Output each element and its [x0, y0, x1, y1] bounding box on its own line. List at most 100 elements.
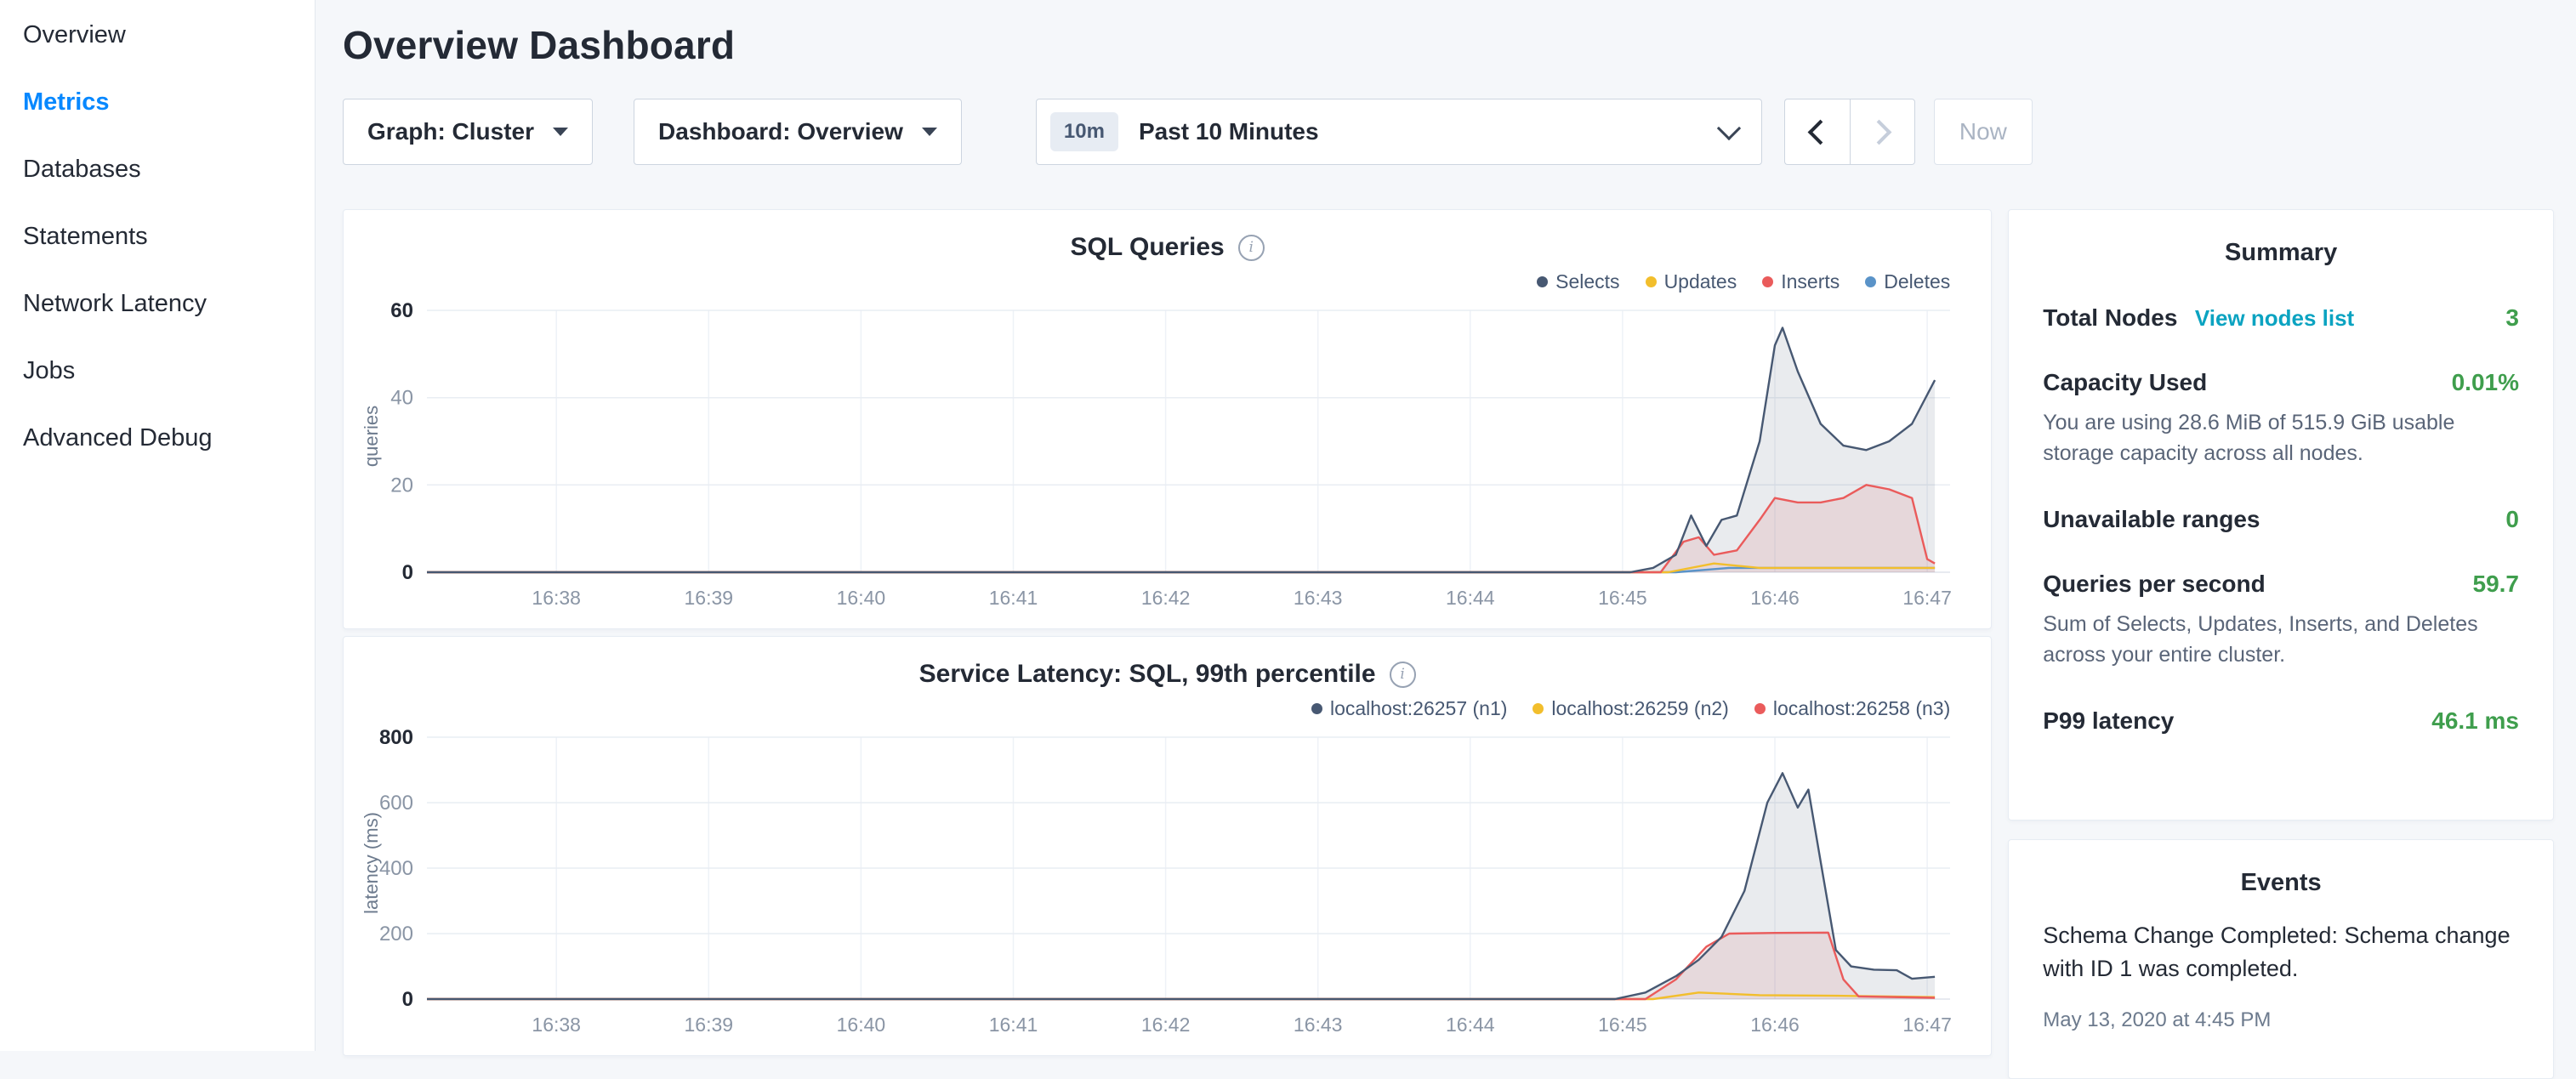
svg-text:16:47: 16:47 [1902, 1014, 1952, 1036]
time-window-badge: 10m [1050, 112, 1118, 151]
svg-text:16:47: 16:47 [1902, 587, 1952, 609]
view-nodes-list-link[interactable]: View nodes list [2195, 305, 2354, 331]
svg-text:16:38: 16:38 [532, 1014, 581, 1036]
svg-text:40: 40 [390, 387, 413, 410]
legend-dot-icon [1762, 276, 1773, 287]
info-icon[interactable] [1238, 235, 1265, 261]
sidebar-item-network-latency[interactable]: Network Latency [0, 270, 315, 338]
svg-text:400: 400 [379, 857, 413, 880]
time-step-forward-button[interactable] [1850, 99, 1915, 165]
svg-text:16:45: 16:45 [1598, 1014, 1647, 1036]
chart-svg: 16:3816:3916:4016:4116:4216:4316:4416:45… [344, 727, 1991, 1043]
legend-item[interactable]: Inserts [1762, 270, 1840, 293]
chevron-left-icon [1808, 119, 1834, 145]
dashboard-dropdown[interactable]: Dashboard: Overview [634, 99, 962, 165]
y-axis-label: queries [361, 406, 383, 467]
sidebar-item-overview[interactable]: Overview [0, 2, 315, 69]
svg-text:60: 60 [390, 300, 413, 322]
stat-label: P99 latency [2043, 707, 2174, 735]
legend-item[interactable]: localhost:26259 (n2) [1533, 697, 1728, 720]
sidebar-item-databases[interactable]: Databases [0, 136, 315, 203]
svg-text:16:45: 16:45 [1598, 587, 1647, 609]
info-icon[interactable] [1390, 662, 1416, 688]
legend-item[interactable]: localhost:26258 (n3) [1754, 697, 1950, 720]
time-window-dropdown[interactable]: 10m Past 10 Minutes [1036, 99, 1762, 165]
legend-dot-icon [1754, 703, 1766, 714]
legend-item[interactable]: Deletes [1865, 270, 1950, 293]
svg-text:16:39: 16:39 [685, 1014, 734, 1036]
svg-text:20: 20 [390, 474, 413, 497]
stat-label: Unavailable ranges [2043, 506, 2260, 533]
stat-description: You are using 28.6 MiB of 515.9 GiB usab… [2043, 408, 2506, 469]
svg-text:16:43: 16:43 [1294, 1014, 1343, 1036]
svg-text:0: 0 [402, 988, 413, 1011]
svg-text:16:42: 16:42 [1141, 1014, 1191, 1036]
sidebar-item-metrics[interactable]: Metrics [0, 69, 315, 136]
svg-text:16:42: 16:42 [1141, 587, 1191, 609]
stat-label: Total Nodes [2043, 304, 2177, 331]
stat-value: 3 [2505, 304, 2519, 332]
svg-text:16:39: 16:39 [685, 587, 734, 609]
time-step-back-button[interactable] [1784, 99, 1850, 165]
dashboard-content: SQL Queries SelectsUpdatesInsertsDeletes… [343, 209, 2554, 1079]
stat-p99-latency: P99 latency 46.1 ms [2043, 707, 2519, 735]
sidebar-item-jobs[interactable]: Jobs [0, 338, 315, 405]
stat-total-nodes: Total Nodes View nodes list 3 [2043, 304, 2519, 332]
stat-label: Queries per second [2043, 571, 2265, 598]
svg-text:16:46: 16:46 [1750, 587, 1800, 609]
stat-description: Sum of Selects, Updates, Inserts, and De… [2043, 610, 2506, 670]
stat-value: 46.1 ms [2431, 707, 2519, 735]
svg-text:16:43: 16:43 [1294, 587, 1343, 609]
stat-value: 0.01% [2452, 369, 2519, 396]
svg-text:16:40: 16:40 [837, 1014, 886, 1036]
svg-text:16:44: 16:44 [1446, 1014, 1495, 1036]
stat-capacity-used: Capacity Used 0.01% You are using 28.6 M… [2043, 369, 2519, 469]
svg-text:600: 600 [379, 792, 413, 815]
svg-text:0: 0 [402, 561, 413, 584]
time-step-buttons [1784, 99, 1915, 165]
stat-queries-per-second: Queries per second 59.7 Sum of Selects, … [2043, 571, 2519, 670]
sidebar-item-advanced-debug[interactable]: Advanced Debug [0, 405, 315, 472]
controls-bar: Graph: Cluster Dashboard: Overview 10m P… [343, 99, 2554, 165]
event-text: Schema Change Completed: Schema change w… [2043, 919, 2519, 985]
service-latency-chart[interactable]: latency (ms) 16:3816:3916:4016:4116:4216… [344, 727, 1991, 1043]
graph-scope-dropdown[interactable]: Graph: Cluster [343, 99, 593, 165]
legend-item[interactable]: localhost:26257 (n1) [1311, 697, 1507, 720]
summary-card: Summary Total Nodes View nodes list 3 Ca… [2008, 209, 2554, 821]
chevron-down-icon [1717, 116, 1741, 140]
charts-column: SQL Queries SelectsUpdatesInsertsDeletes… [343, 209, 1992, 1056]
stat-value: 59.7 [2473, 571, 2520, 598]
sidebar: Overview Metrics Databases Statements Ne… [0, 0, 316, 1051]
stat-label: Capacity Used [2043, 369, 2207, 396]
legend-item[interactable]: Updates [1646, 270, 1737, 293]
sidebar-item-statements[interactable]: Statements [0, 203, 315, 270]
right-column: Summary Total Nodes View nodes list 3 Ca… [2008, 209, 2554, 1079]
chart-legend: Selects Updates Inserts Deletes [344, 266, 1991, 297]
chevron-down-icon [922, 128, 937, 136]
svg-text:16:40: 16:40 [837, 587, 886, 609]
sql-queries-chart[interactable]: queries 16:3816:3916:4016:4116:4216:4316… [344, 300, 1991, 616]
chevron-right-icon [1867, 119, 1892, 145]
legend-item[interactable]: Selects [1537, 270, 1619, 293]
now-button[interactable]: Now [1934, 99, 2033, 165]
stat-unavailable-ranges: Unavailable ranges 0 [2043, 506, 2519, 533]
svg-text:16:46: 16:46 [1750, 1014, 1800, 1036]
page-title: Overview Dashboard [343, 22, 2554, 68]
dashboard-label: Dashboard: Overview [658, 118, 903, 145]
svg-text:200: 200 [379, 923, 413, 946]
legend-dot-icon [1865, 276, 1876, 287]
svg-text:16:41: 16:41 [989, 587, 1038, 609]
service-latency-chart-card: Service Latency: SQL, 99th percentile lo… [343, 636, 1992, 1056]
summary-heading: Summary [2043, 239, 2519, 267]
chevron-down-icon [553, 128, 568, 136]
time-window-label: Past 10 Minutes [1139, 118, 1720, 145]
sql-queries-chart-card: SQL Queries SelectsUpdatesInsertsDeletes… [343, 209, 1992, 629]
main-content: Overview Dashboard Graph: Cluster Dashbo… [316, 0, 2576, 1051]
legend-dot-icon [1533, 703, 1544, 714]
chart-legend: localhost:26257 (n1) localhost:26259 (n2)… [344, 693, 1991, 724]
y-axis-label: latency (ms) [361, 812, 383, 914]
stat-value: 0 [2505, 506, 2519, 533]
svg-text:800: 800 [379, 727, 413, 749]
svg-text:16:44: 16:44 [1446, 587, 1495, 609]
graph-scope-label: Graph: Cluster [367, 118, 534, 145]
